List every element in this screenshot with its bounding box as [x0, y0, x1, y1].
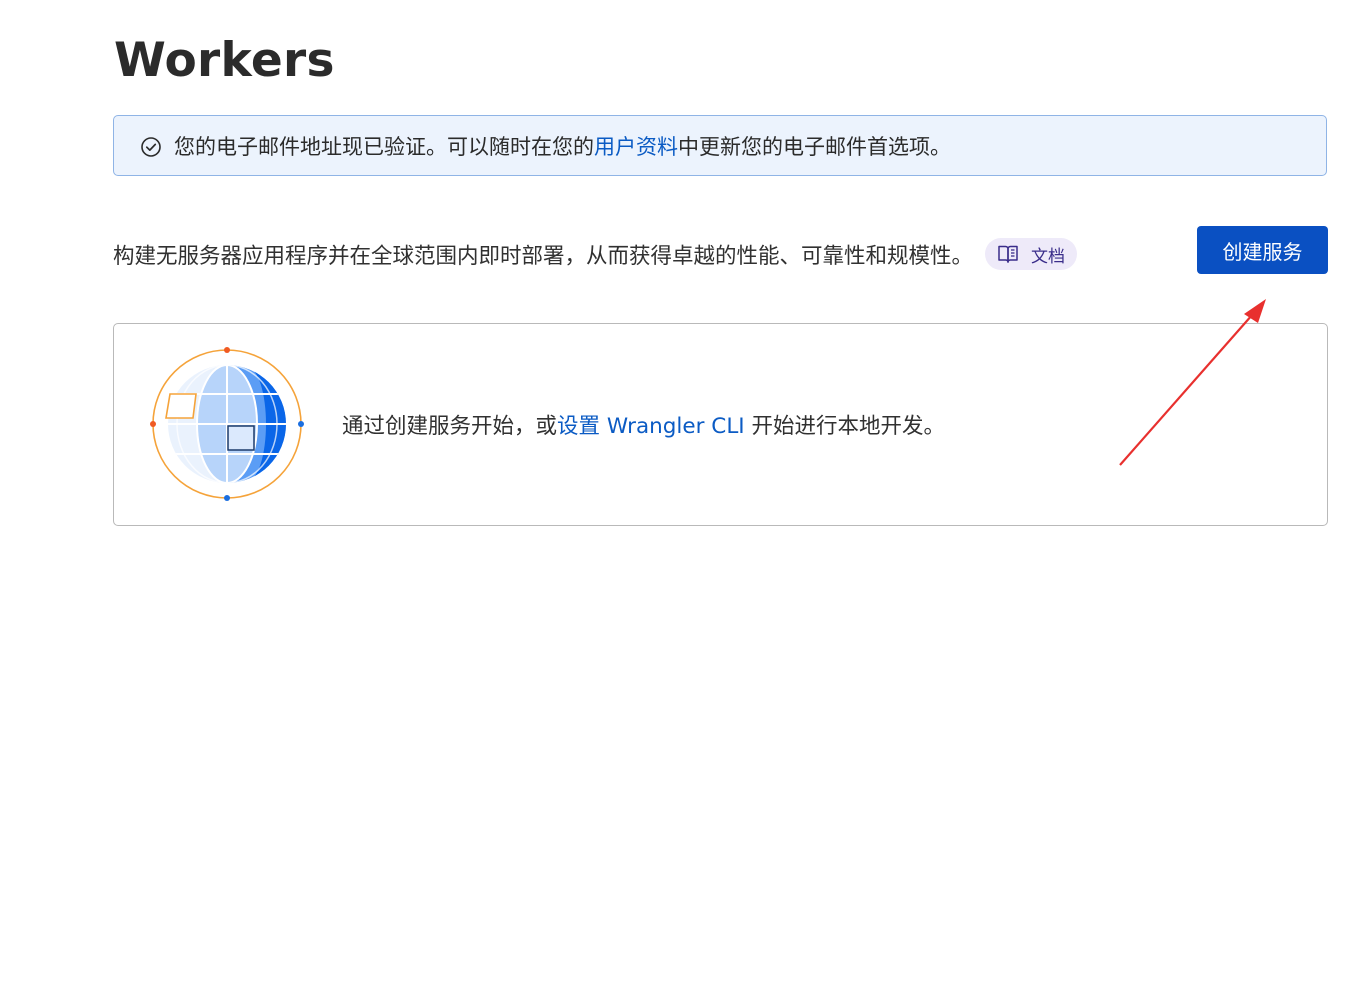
banner-text-after: 中更新您的电子邮件首选项。 [678, 134, 951, 159]
check-circle-icon [141, 137, 161, 157]
workers-intro: 构建无服务器应用程序并在全球范围内即时部署，从而获得卓越的性能、可靠性和规模性。… [113, 238, 1078, 270]
globe-icon [150, 347, 304, 501]
create-service-button[interactable]: 创建服务 [1197, 226, 1328, 274]
user-profile-link[interactable]: 用户资料 [594, 131, 678, 161]
docs-link[interactable]: 文档 [985, 238, 1078, 270]
docs-label: 文档 [1031, 246, 1066, 267]
page-title: Workers [114, 33, 335, 88]
empty-state-text-before: 通过创建服务开始，或 [342, 414, 558, 439]
email-verified-banner: 您的电子邮件地址现已验证。可以随时在您的 用户资料 中更新您的电子邮件首选项。 [113, 115, 1327, 176]
book-icon [998, 245, 1018, 263]
empty-state-card: 通过创建服务开始，或设置 Wrangler CLI 开始进行本地开发。 [113, 323, 1328, 526]
empty-state-text-after: 开始进行本地开发。 [744, 414, 945, 439]
wrangler-cli-link[interactable]: 设置 Wrangler CLI [557, 414, 745, 439]
empty-state-text: 通过创建服务开始，或设置 Wrangler CLI 开始进行本地开发。 [342, 409, 945, 440]
workers-page: Workers 您的电子邮件地址现已验证。可以随时在您的 用户资料 中更新您的电子邮… [0, 0, 1350, 984]
banner-text-before: 您的电子邮件地址现已验证。可以随时在您的 [174, 134, 594, 159]
intro-description: 构建无服务器应用程序并在全球范围内即时部署，从而获得卓越的性能、可靠性和规模性。 [113, 243, 974, 269]
